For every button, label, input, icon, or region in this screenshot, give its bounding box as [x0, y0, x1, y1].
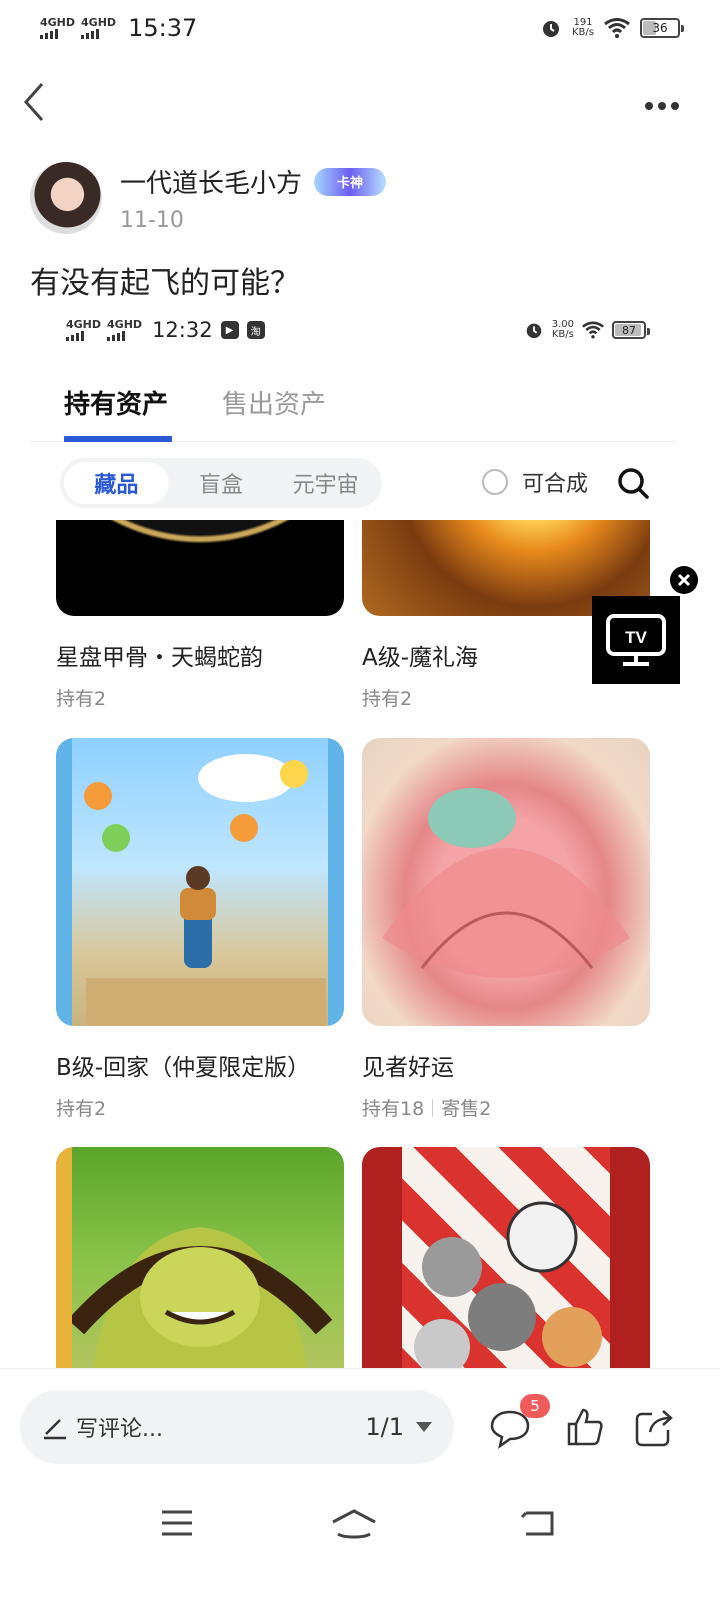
- card-item[interactable]: B级-回家（仲夏限定版） 持有2: [56, 738, 344, 1121]
- signal-1-icon: 4GHD: [40, 17, 75, 39]
- close-icon: [677, 573, 691, 587]
- page-indicator: 1/1: [365, 1413, 404, 1441]
- network-speed: 191 KB/s: [572, 18, 594, 38]
- comment-input[interactable]: 写评论... 1/1: [20, 1390, 454, 1464]
- tv-icon: TV: [606, 614, 666, 666]
- more-dots-icon: [645, 102, 679, 110]
- card-image: [362, 1147, 650, 1368]
- embedded-network-speed: 3.00 KB/s: [552, 320, 574, 340]
- caret-down-icon: [416, 1422, 432, 1432]
- system-navigation: [0, 1500, 720, 1560]
- floating-tv-button[interactable]: TV: [592, 596, 680, 684]
- card-item[interactable]: [362, 1147, 650, 1368]
- embedded-signal-2-icon: 4GHD: [107, 319, 142, 341]
- pencil-icon: [44, 1419, 66, 1440]
- filter-collectibles[interactable]: 藏品: [64, 462, 169, 504]
- back-button[interactable]: [16, 82, 52, 122]
- card-title: B级-回家（仲夏限定版）: [56, 1055, 311, 1081]
- home-button[interactable]: [330, 1508, 378, 1546]
- balloon-scene-art: [56, 738, 344, 1026]
- card-image: [56, 1147, 344, 1368]
- comment-count-badge: 5: [520, 1394, 550, 1418]
- menu-button[interactable]: [160, 1508, 194, 1542]
- card-title: 星盘甲骨・天蝎蛇韵: [56, 645, 263, 671]
- author-name[interactable]: 一代道长毛小方: [120, 163, 302, 200]
- card-image: [56, 520, 344, 616]
- avatar[interactable]: [30, 162, 102, 234]
- signal-2-label: 4GHD: [81, 16, 117, 29]
- share-icon: [635, 1410, 673, 1447]
- comment-placeholder: 写评论...: [76, 1417, 163, 1442]
- signal-2-icon: 4GHD: [81, 17, 116, 39]
- battery-icon: 36: [640, 18, 684, 38]
- signal-1-label: 4GHD: [40, 16, 76, 29]
- home-icon: [332, 1509, 376, 1539]
- tv-label: TV: [625, 628, 647, 647]
- embedded-status-bar: 4GHD 4GHD 12:32 ▶ 淘 3.00 KB/s 87: [66, 312, 650, 348]
- embedded-signal-2-label: 4GHD: [107, 318, 143, 331]
- embedded-wifi-icon: [582, 321, 604, 339]
- return-icon: [520, 1511, 554, 1536]
- card-hold-count: 持有18: [362, 1098, 425, 1120]
- filter-metaverse[interactable]: 元宇宙: [273, 462, 378, 504]
- author-info: 一代道长毛小方 卡神 11-10: [30, 162, 387, 234]
- battery-level: 36: [652, 21, 668, 35]
- more-button[interactable]: [644, 88, 680, 116]
- top-nav: [0, 70, 720, 134]
- divider: [432, 1098, 434, 1117]
- thumbs-up-icon: [567, 1408, 603, 1446]
- card-title: 见者好运: [362, 1055, 454, 1081]
- tv-close-button[interactable]: [670, 566, 698, 594]
- page-selector[interactable]: 1/1: [365, 1413, 432, 1441]
- card-item[interactable]: [56, 1147, 344, 1368]
- embedded-battery-icon: 87: [612, 321, 650, 339]
- card-image: [56, 738, 344, 1026]
- asset-tabs: 持有资产 售出资产: [30, 370, 676, 442]
- search-icon: [618, 468, 649, 499]
- status-time: 15:37: [128, 14, 198, 42]
- wifi-icon: [604, 18, 630, 38]
- play-icon: ▶: [220, 321, 239, 339]
- author-badge: 卡神: [314, 167, 387, 196]
- search-button[interactable]: [616, 466, 650, 500]
- card-item[interactable]: 星盘甲骨・天蝎蛇韵 持有2: [56, 520, 344, 711]
- divider: [0, 1368, 720, 1369]
- card-hold-count: 持有2: [56, 1098, 107, 1120]
- back-nav-button[interactable]: [520, 1508, 556, 1542]
- embedded-time: 12:32: [152, 318, 213, 342]
- tab-sold-assets[interactable]: 售出资产: [222, 384, 326, 421]
- card-image: [362, 738, 650, 1026]
- green-character-art: [56, 1147, 333, 1368]
- combinable-radio[interactable]: [482, 469, 508, 495]
- chevron-left-icon: [23, 83, 44, 121]
- speed-unit: KB/s: [572, 27, 594, 38]
- combinable-label: 可合成: [522, 472, 589, 497]
- card-item[interactable]: 见者好运 持有18 寄售2: [362, 738, 650, 1121]
- alarm-icon: [543, 21, 559, 37]
- post-date: 11-10: [120, 208, 184, 233]
- tab-held-assets[interactable]: 持有资产: [64, 384, 168, 421]
- cats-art: [362, 1147, 650, 1368]
- post-title: 有没有起飞的可能？: [30, 266, 300, 301]
- active-tab-indicator: [64, 436, 172, 442]
- embedded-speed-unit: KB/s: [551, 329, 574, 340]
- combinable-toggle[interactable]: 可合成: [482, 466, 588, 498]
- embedded-alarm-icon: [526, 323, 542, 339]
- embedded-signal-1-icon: 4GHD: [66, 319, 101, 341]
- filter-blind-box[interactable]: 盲盒: [169, 462, 274, 504]
- embedded-battery-level: 87: [622, 323, 636, 337]
- card-hold-count: 持有2: [362, 688, 413, 710]
- category-filter: 藏品 盲盒 元宇宙: [60, 458, 382, 508]
- status-bar: 4GHD 4GHD 15:37 191 KB/s 36: [0, 0, 720, 56]
- app-notification-icon: 淘: [246, 321, 265, 339]
- embedded-signal-1-label: 4GHD: [66, 318, 102, 331]
- lotus-art: [382, 788, 630, 978]
- like-button[interactable]: [563, 1406, 607, 1450]
- card-hold-count: 持有2: [56, 688, 107, 710]
- menu-icon: [162, 1510, 192, 1536]
- card-consign-count: 寄售2: [441, 1098, 492, 1120]
- share-button[interactable]: [632, 1406, 676, 1450]
